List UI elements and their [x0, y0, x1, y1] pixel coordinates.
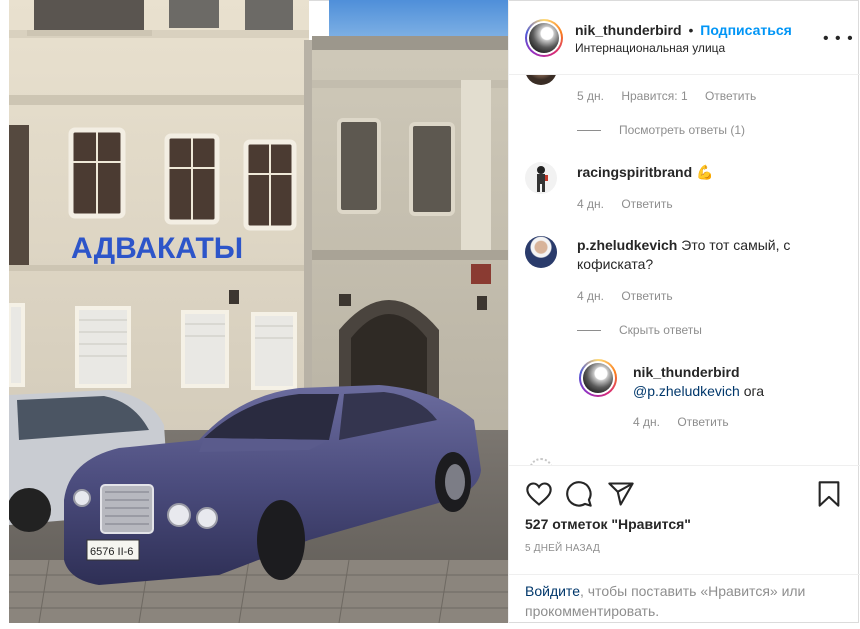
reply-button[interactable]: Ответить: [677, 415, 728, 429]
comments-list[interactable]: 5 дн. Нравится: 1 Ответить Посмотреть от…: [509, 75, 860, 465]
author-username[interactable]: nik_thunderbird: [575, 22, 682, 38]
reply-body: ога: [743, 383, 765, 399]
share-icon[interactable]: [607, 480, 635, 508]
commenter-avatar[interactable]: [525, 75, 557, 85]
header-title-line: nik_thunderbird • Подписаться: [575, 22, 792, 38]
comment-username[interactable]: racingspiritbrand: [577, 164, 692, 180]
comment-time[interactable]: 4 дн.: [577, 197, 604, 211]
comment-time[interactable]: 4 дн.: [633, 415, 660, 429]
mention-link[interactable]: @p.zheludkevich: [633, 383, 740, 399]
commenter-avatar[interactable]: [525, 236, 557, 268]
author-avatar[interactable]: [525, 19, 563, 57]
reply-button[interactable]: Ответить: [621, 289, 672, 303]
bookmark-icon[interactable]: [815, 480, 843, 508]
comment-text: racingspiritbrand 💪: [577, 163, 713, 182]
comment-meta: 5 дн. Нравится: 1 Ответить: [577, 89, 770, 103]
hide-replies-button[interactable]: Скрыть ответы: [619, 323, 702, 337]
reply-text: nik_thunderbird @p.zheludkevich ога: [633, 363, 764, 401]
loading-spinner-icon: [529, 458, 553, 465]
login-link[interactable]: Войдите: [525, 583, 580, 599]
comment-time[interactable]: 5 дн.: [577, 89, 604, 103]
thread-line: [577, 130, 601, 131]
follow-button[interactable]: Подписаться: [700, 22, 792, 38]
post-date[interactable]: 5 ДНЕЙ НАЗАД: [525, 543, 600, 554]
location-link[interactable]: Интернациональная улица: [575, 41, 725, 55]
commenter-avatar[interactable]: [525, 162, 557, 194]
post-actions: 527 отметок "Нравится" 5 ДНЕЙ НАЗАД Войд…: [509, 465, 860, 623]
comment-time[interactable]: 4 дн.: [577, 289, 604, 303]
separator-dot: •: [688, 22, 694, 38]
reply-button[interactable]: Ответить: [621, 197, 672, 211]
thread-line: [577, 330, 601, 331]
login-prompt: Войдите, чтобы поставить «Нравится» или …: [509, 574, 860, 621]
heart-icon[interactable]: [525, 480, 553, 508]
post-sidebar: nik_thunderbird • Подписаться Интернацио…: [508, 0, 860, 623]
comment-meta: 4 дн. Ответить: [577, 289, 687, 303]
street-scene-image: АДВАКАТЫ 6576 II-6: [9, 0, 508, 623]
comment-meta: 4 дн. Ответить: [633, 415, 743, 429]
building-sign: АДВАКАТЫ: [71, 232, 243, 265]
racer-figure-icon: [537, 166, 548, 192]
comment-emoji: 💪: [696, 164, 714, 180]
comment-likes[interactable]: Нравится: 1: [621, 89, 687, 103]
view-replies-button[interactable]: Посмотреть ответы (1): [619, 123, 745, 137]
license-plate: 6576 II-6: [90, 546, 133, 558]
comment-text: p.zheludkevich Это тот самый, с кофискат…: [577, 236, 845, 274]
comment-username[interactable]: p.zheludkevich: [577, 237, 677, 253]
post-photo[interactable]: АДВАКАТЫ 6576 II-6: [9, 0, 508, 623]
post-header: nik_thunderbird • Подписаться Интернацио…: [509, 0, 860, 75]
reply-username[interactable]: nik_thunderbird: [633, 364, 740, 380]
reply-button[interactable]: Ответить: [705, 89, 756, 103]
likes-count[interactable]: 527 отметок "Нравится": [525, 516, 691, 532]
more-horizontal-icon[interactable]: • • •: [823, 31, 854, 47]
reply-author-avatar[interactable]: [579, 359, 617, 397]
comment-meta: 4 дн. Ответить: [577, 197, 687, 211]
comment-icon[interactable]: [565, 480, 593, 508]
